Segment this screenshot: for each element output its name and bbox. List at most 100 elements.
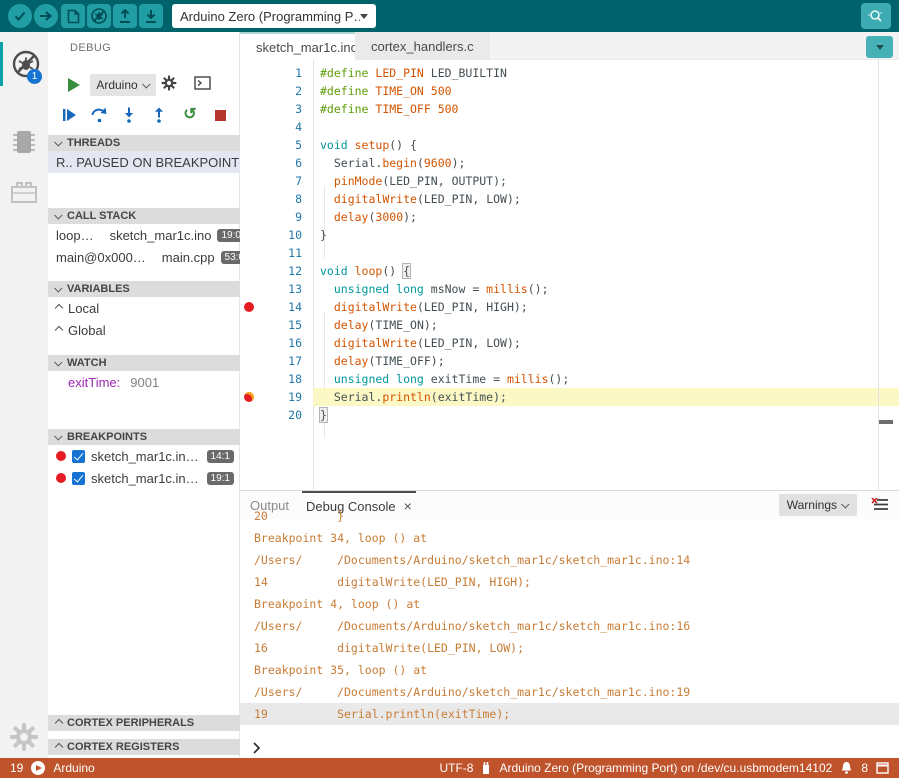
watch-expression-row[interactable]: exitTime:9001 — [48, 371, 240, 393]
code-text — [302, 118, 320, 136]
editor-toolbar-dropdown[interactable] — [866, 36, 893, 58]
breakpoint-checkbox[interactable] — [72, 472, 85, 485]
variable-scope-row[interactable]: Local — [48, 297, 240, 319]
code-line[interactable]: 7 pinMode(LED_PIN, OUTPUT); — [240, 172, 899, 190]
code-line[interactable]: 2#define TIME_ON 500 — [240, 82, 899, 100]
breakpoint-gutter[interactable] — [240, 208, 256, 226]
breakpoint-gutter[interactable] — [240, 334, 256, 352]
debug-console-input[interactable] — [240, 737, 899, 758]
code-line[interactable]: 9 delay(3000); — [240, 208, 899, 226]
new-sketch-button[interactable] — [61, 4, 85, 28]
notification-count[interactable]: 8 — [861, 761, 868, 775]
code-editor[interactable]: 1#define LED_PIN LED_BUILTIN2#define TIM… — [240, 60, 899, 490]
session-selector-dropdown[interactable]: Arduino — [90, 74, 156, 96]
breakpoint-icon[interactable] — [244, 392, 254, 402]
code-line[interactable]: 4 — [240, 118, 899, 136]
cortex-peripherals-header[interactable]: CORTEX PERIPHERALS — [48, 715, 240, 731]
start-debug-icon[interactable] — [68, 78, 80, 92]
search-button[interactable] — [861, 3, 891, 29]
bell-icon[interactable] — [840, 761, 853, 775]
breakpoint-gutter[interactable] — [240, 388, 256, 406]
watch-header[interactable]: WATCH — [48, 355, 240, 371]
restart-button[interactable]: ↺ — [181, 106, 199, 124]
variable-scope-row[interactable]: Global — [48, 319, 240, 341]
open-debug-console-button[interactable] — [193, 74, 211, 92]
upload-button[interactable] — [34, 4, 58, 28]
breakpoint-gutter[interactable] — [240, 136, 256, 154]
step-into-button[interactable] — [120, 106, 138, 124]
code-line[interactable]: 5void setup() { — [240, 136, 899, 154]
code-line[interactable]: 19 Serial.println(exitTime); — [240, 388, 899, 406]
breakpoint-gutter[interactable] — [240, 118, 256, 136]
breakpoint-gutter[interactable] — [240, 190, 256, 208]
board-selector-dropdown[interactable]: Arduino Zero (Programming P… — [172, 4, 376, 28]
debug-button[interactable] — [87, 4, 111, 28]
status-board-port[interactable]: Arduino Zero (Programming Port) on /dev/… — [499, 761, 832, 775]
callstack-frame[interactable]: loop…sketch_mar1c.ino19:0 — [48, 224, 240, 246]
thread-row[interactable]: R.. PAUSED ON BREAKPOINT — [48, 151, 240, 173]
status-line-number[interactable]: 19 — [10, 761, 23, 775]
breakpoint-gutter[interactable] — [240, 82, 256, 100]
breakpoint-gutter[interactable] — [240, 280, 256, 298]
line-number: 4 — [256, 118, 302, 136]
step-out-button[interactable] — [150, 106, 168, 124]
breakpoint-gutter[interactable] — [240, 298, 256, 316]
import-button[interactable] — [139, 4, 163, 28]
code-line[interactable]: 1#define LED_PIN LED_BUILTIN — [240, 64, 899, 82]
breakpoints-header[interactable]: BREAKPOINTS — [48, 429, 240, 445]
status-app-label[interactable]: Arduino — [53, 761, 94, 775]
breakpoint-gutter[interactable] — [240, 64, 256, 82]
play-circle-icon[interactable] — [31, 761, 45, 775]
breakpoint-checkbox[interactable] — [72, 450, 85, 463]
debug-config-button[interactable] — [160, 74, 178, 92]
stop-button[interactable] — [211, 106, 229, 124]
step-over-button[interactable] — [90, 106, 108, 124]
export-button[interactable] — [113, 4, 137, 28]
code-line[interactable]: 20} — [240, 406, 899, 424]
breakpoint-row[interactable]: sketch_mar1c.in…14:1 — [48, 445, 240, 467]
call-stack-header[interactable]: CALL STACK — [48, 208, 240, 224]
variables-header[interactable]: VARIABLES — [48, 281, 240, 297]
threads-header[interactable]: THREADS — [48, 135, 240, 151]
breakpoint-gutter[interactable] — [240, 226, 256, 244]
callstack-frame[interactable]: main@0x000…main.cpp53:0 — [48, 246, 240, 268]
code-line[interactable]: 16 digitalWrite(LED_PIN, LOW); — [240, 334, 899, 352]
status-encoding[interactable]: UTF-8 — [439, 761, 473, 775]
code-line[interactable]: 15 delay(TIME_ON); — [240, 316, 899, 334]
settings-button[interactable] — [0, 715, 48, 759]
activity-item-board-manager[interactable] — [0, 120, 48, 164]
overview-ruler-marker — [879, 420, 893, 424]
cortex-registers-header[interactable]: CORTEX REGISTERS — [48, 739, 240, 755]
breakpoint-gutter[interactable] — [240, 244, 256, 262]
code-line[interactable]: 12void loop() { — [240, 262, 899, 280]
chip-icon — [11, 127, 37, 157]
activity-item-library-manager[interactable] — [0, 170, 48, 214]
code-line[interactable]: 11 — [240, 244, 899, 262]
tab-cortex-handlers-c[interactable]: cortex_handlers.c — [355, 32, 490, 60]
code-line[interactable]: 18 unsigned long exitTime = millis(); — [240, 370, 899, 388]
continue-button[interactable] — [60, 106, 78, 124]
breakpoint-gutter[interactable] — [240, 154, 256, 172]
window-icon[interactable] — [876, 762, 889, 774]
breakpoint-gutter[interactable] — [240, 406, 256, 424]
breakpoint-gutter[interactable] — [240, 370, 256, 388]
tab-sketch-mar1c-ino[interactable]: sketch_mar1c.ino — [240, 32, 374, 60]
code-line[interactable]: 17 delay(TIME_OFF); — [240, 352, 899, 370]
editor-scrollbar[interactable] — [878, 60, 879, 490]
code-line[interactable]: 8 digitalWrite(LED_PIN, LOW); — [240, 190, 899, 208]
verify-button[interactable] — [8, 4, 32, 28]
code-line[interactable]: 3#define TIME_OFF 500 — [240, 100, 899, 118]
breakpoint-gutter[interactable] — [240, 316, 256, 334]
code-line[interactable]: 13 unsigned long msNow = millis(); — [240, 280, 899, 298]
breakpoint-row[interactable]: sketch_mar1c.in…19:1 — [48, 467, 240, 489]
breakpoint-gutter[interactable] — [240, 100, 256, 118]
code-line[interactable]: 14 digitalWrite(LED_PIN, HIGH); — [240, 298, 899, 316]
breakpoint-gutter[interactable] — [240, 262, 256, 280]
breakpoint-gutter[interactable] — [240, 352, 256, 370]
line-number: 3 — [256, 100, 302, 118]
code-line[interactable]: 10} — [240, 226, 899, 244]
breakpoint-gutter[interactable] — [240, 172, 256, 190]
breakpoint-icon[interactable] — [244, 302, 254, 312]
code-line[interactable]: 6 Serial.begin(9600); — [240, 154, 899, 172]
activity-item-debug[interactable]: 1 — [0, 42, 48, 86]
